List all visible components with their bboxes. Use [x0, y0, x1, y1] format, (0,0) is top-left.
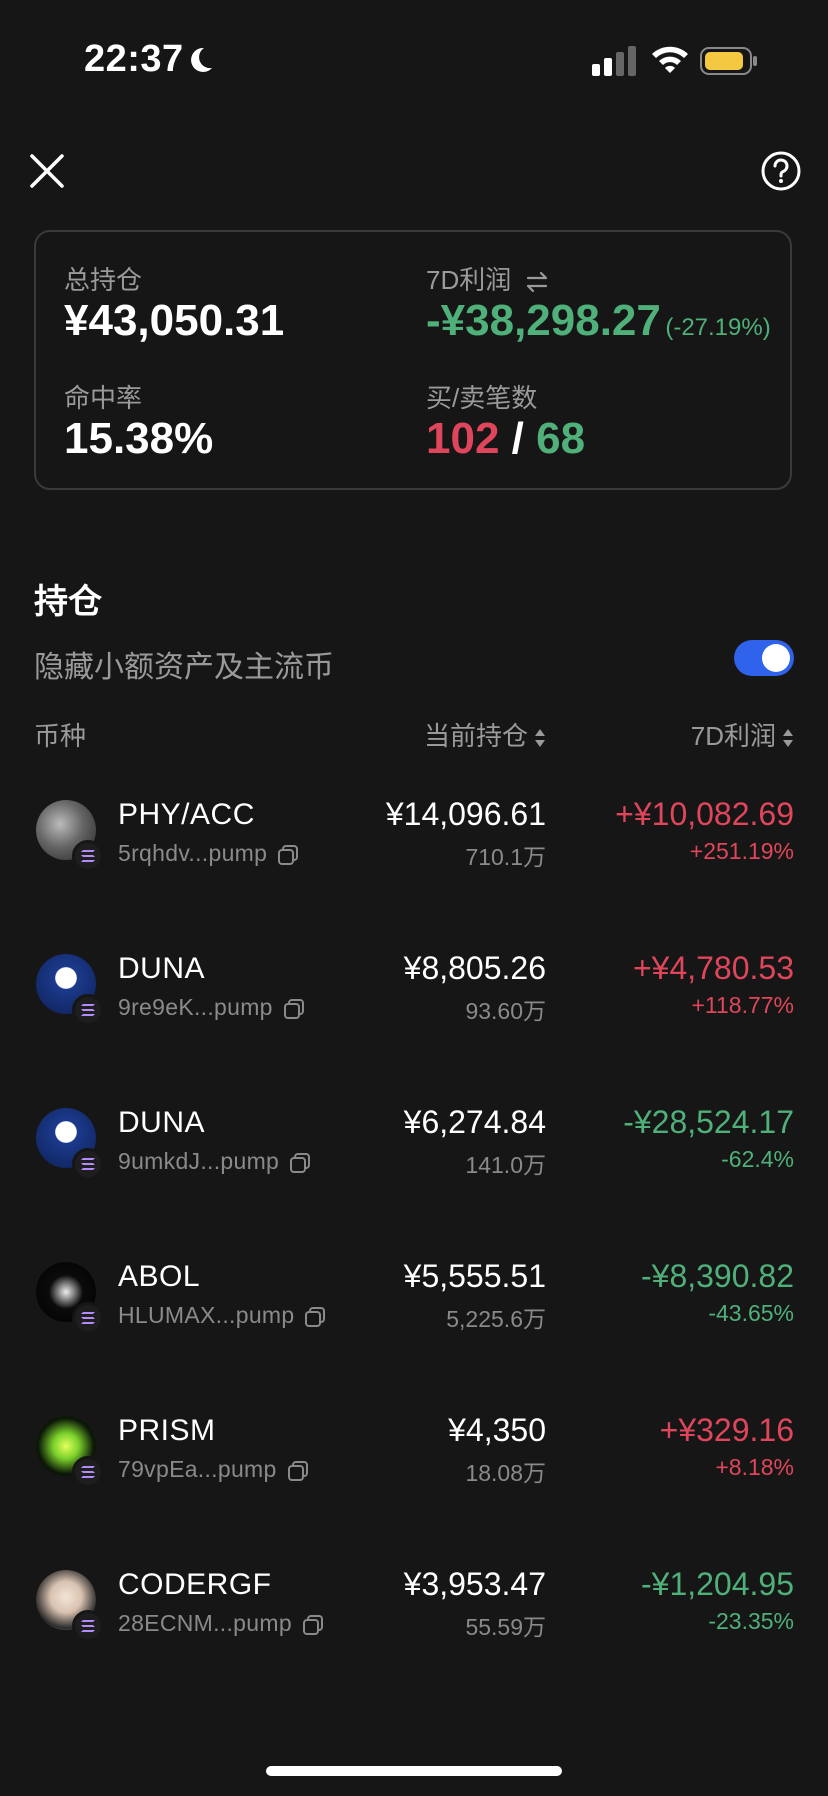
- holdings-title: 持仓: [34, 583, 102, 621]
- position-quantity: 141.0万: [465, 1152, 546, 1178]
- token-address: 79vpEa...pump: [118, 1456, 309, 1483]
- profit-value: -¥28,524.17: [623, 1104, 794, 1140]
- solana-chain-icon: [72, 1148, 104, 1180]
- copy-icon[interactable]: [289, 1152, 311, 1174]
- battery-icon: [700, 47, 757, 75]
- hit-rate-value: 15.38%: [64, 414, 214, 463]
- cellular-signal-icon: [592, 46, 636, 76]
- close-button[interactable]: [26, 150, 68, 192]
- trades-count: 102 / 68: [426, 414, 585, 464]
- holding-row[interactable]: CODERGF 28ECNM...pump ¥3,953.47 55.59万 -…: [0, 1566, 828, 1724]
- profit-row: -¥38,298.27 (-27.19%): [426, 296, 771, 346]
- profit-percent: -43.65%: [708, 1300, 794, 1326]
- copy-icon[interactable]: [277, 844, 299, 866]
- holding-row[interactable]: PRISM 79vpEa...pump ¥4,350 18.08万 +¥329.…: [0, 1412, 828, 1570]
- token-address: 9umkdJ...pump: [118, 1148, 311, 1175]
- token-symbol: ABOL: [118, 1260, 201, 1293]
- total-holdings-label: 总持仓: [64, 265, 143, 295]
- copy-icon[interactable]: [283, 998, 305, 1020]
- token-symbol: DUNA: [118, 952, 206, 985]
- profit-percent: +118.77%: [691, 992, 794, 1018]
- token-address: 28ECNM...pump: [118, 1610, 324, 1637]
- hide-small-assets-toggle[interactable]: [734, 640, 794, 676]
- holding-row[interactable]: PHY/ACC 5rqhdv...pump ¥14,096.61 710.1万 …: [0, 796, 828, 954]
- holding-row[interactable]: ABOL HLUMAX...pump ¥5,555.51 5,225.6万 -¥…: [0, 1258, 828, 1416]
- sell-count: 68: [536, 414, 586, 463]
- position-quantity: 93.60万: [465, 998, 546, 1024]
- swap-icon[interactable]: [524, 271, 550, 293]
- status-time: 22:37: [84, 38, 184, 80]
- profit-value: +¥4,780.53: [632, 950, 794, 986]
- position-value: ¥4,350: [448, 1412, 546, 1448]
- moon-icon: [191, 47, 212, 72]
- token-address: 9re9eK...pump: [118, 994, 305, 1021]
- summary-card: 总持仓 ¥43,050.31 7D利润 -¥38,298.27 (-27.19%…: [34, 230, 792, 490]
- profit-percent: +8.18%: [715, 1454, 794, 1480]
- column-position[interactable]: 当前持仓: [424, 716, 546, 753]
- hide-small-assets-label: 隐藏小额资产及主流币: [34, 651, 334, 684]
- position-value: ¥6,274.84: [403, 1104, 546, 1140]
- total-holdings-value: ¥43,050.31: [64, 296, 285, 345]
- solana-chain-icon: [72, 1302, 104, 1334]
- copy-icon[interactable]: [302, 1614, 324, 1636]
- home-indicator: [266, 1766, 562, 1776]
- position-value: ¥3,953.47: [403, 1566, 546, 1602]
- holding-row[interactable]: DUNA 9re9eK...pump ¥8,805.26 93.60万 +¥4,…: [0, 950, 828, 1108]
- token-symbol: CODERGF: [118, 1568, 272, 1601]
- column-coin: 币种: [34, 721, 87, 751]
- position-quantity: 55.59万: [465, 1614, 546, 1640]
- profit-percent: -62.4%: [721, 1146, 794, 1172]
- position-quantity: 18.08万: [465, 1460, 546, 1486]
- token-symbol: PRISM: [118, 1414, 216, 1447]
- solana-chain-icon: [72, 1610, 104, 1642]
- profit-percent: +251.19%: [689, 838, 794, 864]
- profit-value: +¥10,082.69: [615, 796, 794, 832]
- position-value: ¥8,805.26: [403, 950, 546, 986]
- solana-chain-icon: [72, 840, 104, 872]
- token-address: 5rqhdv...pump: [118, 840, 299, 867]
- token-symbol: DUNA: [118, 1106, 206, 1139]
- profit-percent: -23.35%: [708, 1608, 794, 1634]
- position-quantity: 710.1万: [465, 844, 546, 870]
- hit-rate-label: 命中率: [64, 383, 143, 413]
- profit-value: +¥329.16: [659, 1412, 794, 1448]
- wifi-icon: [652, 46, 688, 73]
- solana-chain-icon: [72, 994, 104, 1026]
- profit-label: 7D利润: [426, 260, 550, 297]
- sort-icon: [783, 729, 793, 748]
- holding-row[interactable]: DUNA 9umkdJ...pump ¥6,274.84 141.0万 -¥28…: [0, 1104, 828, 1262]
- profit-percent: (-27.19%): [665, 314, 771, 341]
- sort-icon: [535, 729, 545, 748]
- profit-value: -¥1,204.95: [640, 1566, 794, 1602]
- profit-value: -¥8,390.82: [640, 1258, 794, 1294]
- token-symbol: PHY/ACC: [118, 798, 255, 831]
- profit-value: -¥38,298.27: [426, 296, 661, 345]
- column-profit[interactable]: 7D利润: [691, 716, 794, 753]
- copy-icon[interactable]: [287, 1460, 309, 1482]
- position-quantity: 5,225.6万: [446, 1306, 546, 1332]
- buy-count: 102: [426, 414, 500, 463]
- position-value: ¥14,096.61: [385, 796, 546, 832]
- token-address: HLUMAX...pump: [118, 1302, 326, 1329]
- help-button[interactable]: [760, 150, 802, 192]
- solana-chain-icon: [72, 1456, 104, 1488]
- trades-label: 买/卖笔数: [426, 383, 538, 413]
- copy-icon[interactable]: [304, 1306, 326, 1328]
- trades-separator: /: [511, 414, 524, 463]
- position-value: ¥5,555.51: [403, 1258, 546, 1294]
